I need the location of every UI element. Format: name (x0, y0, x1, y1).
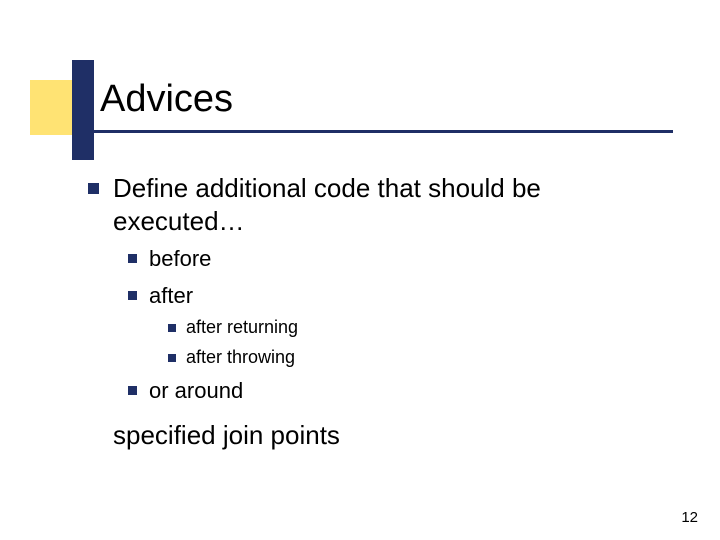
title-underline (93, 130, 673, 133)
square-bullet-icon (88, 183, 99, 194)
bullet-text: after (149, 282, 193, 311)
bullet-level3: after returning (168, 316, 658, 339)
square-bullet-icon (168, 324, 176, 332)
bullet-text: after throwing (186, 346, 295, 369)
bullet-level2: or around (128, 377, 658, 406)
square-bullet-icon (128, 386, 137, 395)
bullet-text: Define additional code that should be ex… (113, 172, 658, 237)
slide-title: Advices (100, 78, 233, 121)
square-bullet-icon (168, 354, 176, 362)
square-bullet-icon (128, 291, 137, 300)
square-bullet-icon (128, 254, 137, 263)
bullet-text: before (149, 245, 211, 274)
bullet-level3: after throwing (168, 346, 658, 369)
bullet-level2: before (128, 245, 658, 274)
accent-bar-navy (72, 60, 94, 160)
bullet-text: or around (149, 377, 243, 406)
slide: Advices Define additional code that shou… (0, 0, 720, 540)
slide-body: Define additional code that should be ex… (88, 172, 658, 451)
bullet-text: after returning (186, 316, 298, 339)
page-number: 12 (681, 509, 698, 526)
bullet-level2: after (128, 282, 658, 311)
bullet-level1: Define additional code that should be ex… (88, 172, 658, 237)
closing-text: specified join points (113, 420, 658, 451)
